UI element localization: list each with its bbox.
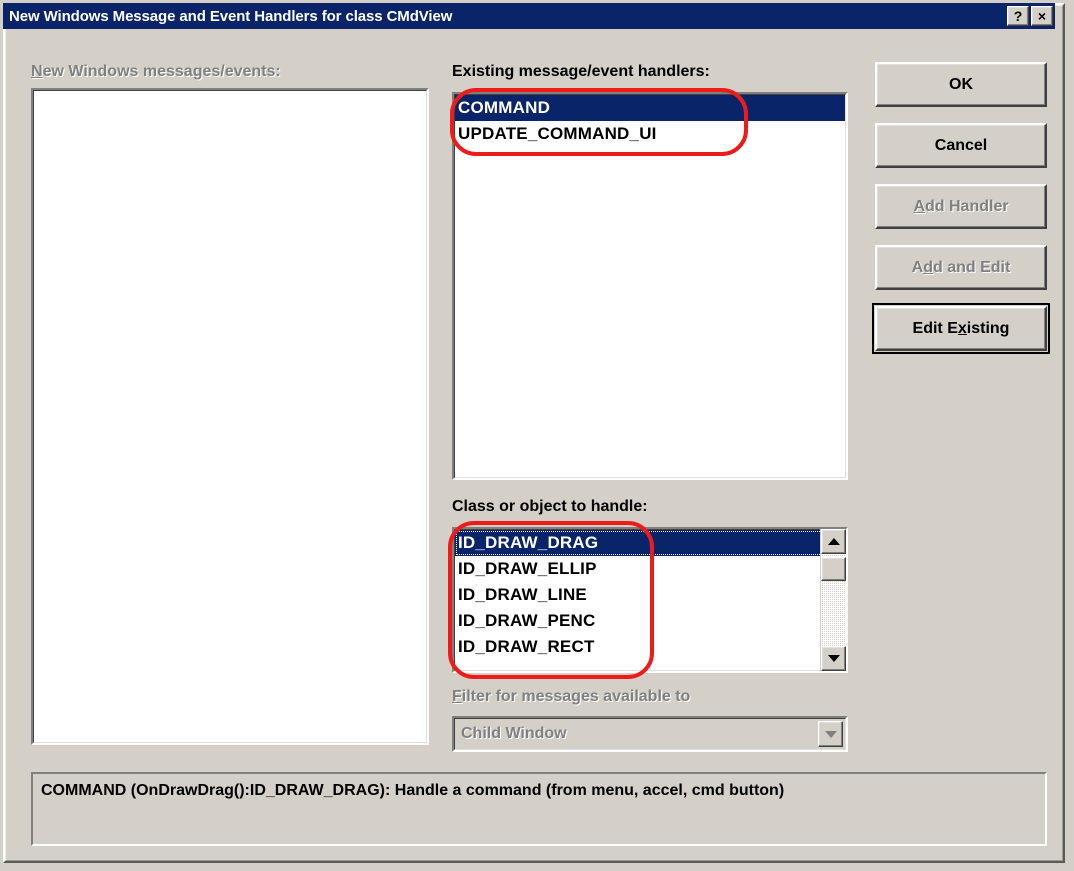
new-messages-label-text: ew Windows messages/events: (42, 63, 281, 80)
title-bar-buttons: ? × (1007, 6, 1053, 26)
class-list-scrollbar[interactable] (820, 529, 846, 671)
scrollbar-thumb[interactable] (821, 557, 846, 581)
dialog-screenshot: New Windows Message and Event Handlers f… (0, 0, 1074, 871)
new-messages-label-accel: N (31, 63, 43, 80)
filter-label-accel: F (452, 688, 462, 705)
add-handler-button[interactable]: Add Handler (875, 184, 1047, 229)
arrow-up-glyph (827, 538, 840, 545)
list-item[interactable]: ID_DRAW_DRAG (455, 530, 845, 556)
ok-button-label: OK (949, 75, 973, 93)
filter-combobox[interactable]: Child Window (452, 716, 848, 752)
new-messages-label: New Windows messages/events: (31, 63, 281, 81)
edit-existing-button[interactable]: Edit Existing (875, 306, 1047, 351)
edit-existing-button-label: Edit Existing (912, 319, 1010, 337)
help-icon[interactable]: ? (1007, 6, 1029, 26)
add-and-edit-button[interactable]: Add and Edit (875, 245, 1047, 290)
window-title: New Windows Message and Event Handlers f… (9, 7, 453, 25)
ok-button[interactable]: OK (875, 62, 1047, 107)
class-or-object-items: ID_DRAW_DRAG ID_DRAW_ELLIP ID_DRAW_LINE ID_… (455, 530, 845, 670)
description-panel: COMMAND (OnDrawDrag():ID_DRAW_DRAG): Han… (31, 772, 1047, 846)
add-handler-button-label: Add Handler (913, 197, 1009, 215)
cancel-button-label: Cancel (934, 136, 988, 154)
list-item[interactable]: UPDATE_COMMAND_UI (455, 121, 845, 147)
list-item[interactable]: COMMAND (455, 95, 845, 121)
class-or-object-listbox[interactable]: ID_DRAW_DRAG ID_DRAW_ELLIP ID_DRAW_LINE ID_… (452, 527, 848, 673)
scroll-down-icon[interactable] (821, 646, 846, 671)
new-messages-items (34, 91, 426, 742)
existing-handlers-label: Existing message/event handlers: (452, 63, 710, 80)
chevron-down-icon[interactable] (818, 721, 843, 747)
existing-handlers-items: COMMAND UPDATE_COMMAND_UI (455, 95, 845, 477)
class-or-object-label: Class or object to handle: (452, 498, 648, 515)
list-item[interactable]: ID_DRAW_RECT (455, 634, 845, 660)
filter-selected-value: Child Window (461, 725, 567, 742)
close-icon[interactable]: × (1031, 6, 1053, 26)
description-text: COMMAND (OnDrawDrag():ID_DRAW_DRAG): Han… (41, 782, 785, 799)
list-item[interactable]: ID_DRAW_PENC (455, 608, 845, 634)
add-and-edit-button-label: Add and Edit (911, 258, 1011, 276)
list-item[interactable]: ID_DRAW_ELLIP (455, 556, 845, 582)
cancel-button[interactable]: Cancel (875, 123, 1047, 168)
existing-handlers-listbox[interactable]: COMMAND UPDATE_COMMAND_UI (452, 92, 848, 480)
list-item[interactable]: ID_DRAW_LINE (455, 582, 845, 608)
arrow-down-glyph (827, 655, 840, 662)
new-messages-listbox[interactable] (31, 88, 429, 745)
filter-label: Filter for messages available to (452, 688, 690, 706)
title-bar[interactable]: New Windows Message and Event Handlers f… (3, 3, 1055, 29)
filter-label-text: ilter for messages available to (461, 688, 691, 705)
arrow-down-glyph (824, 730, 837, 738)
scroll-up-icon[interactable] (821, 529, 846, 554)
